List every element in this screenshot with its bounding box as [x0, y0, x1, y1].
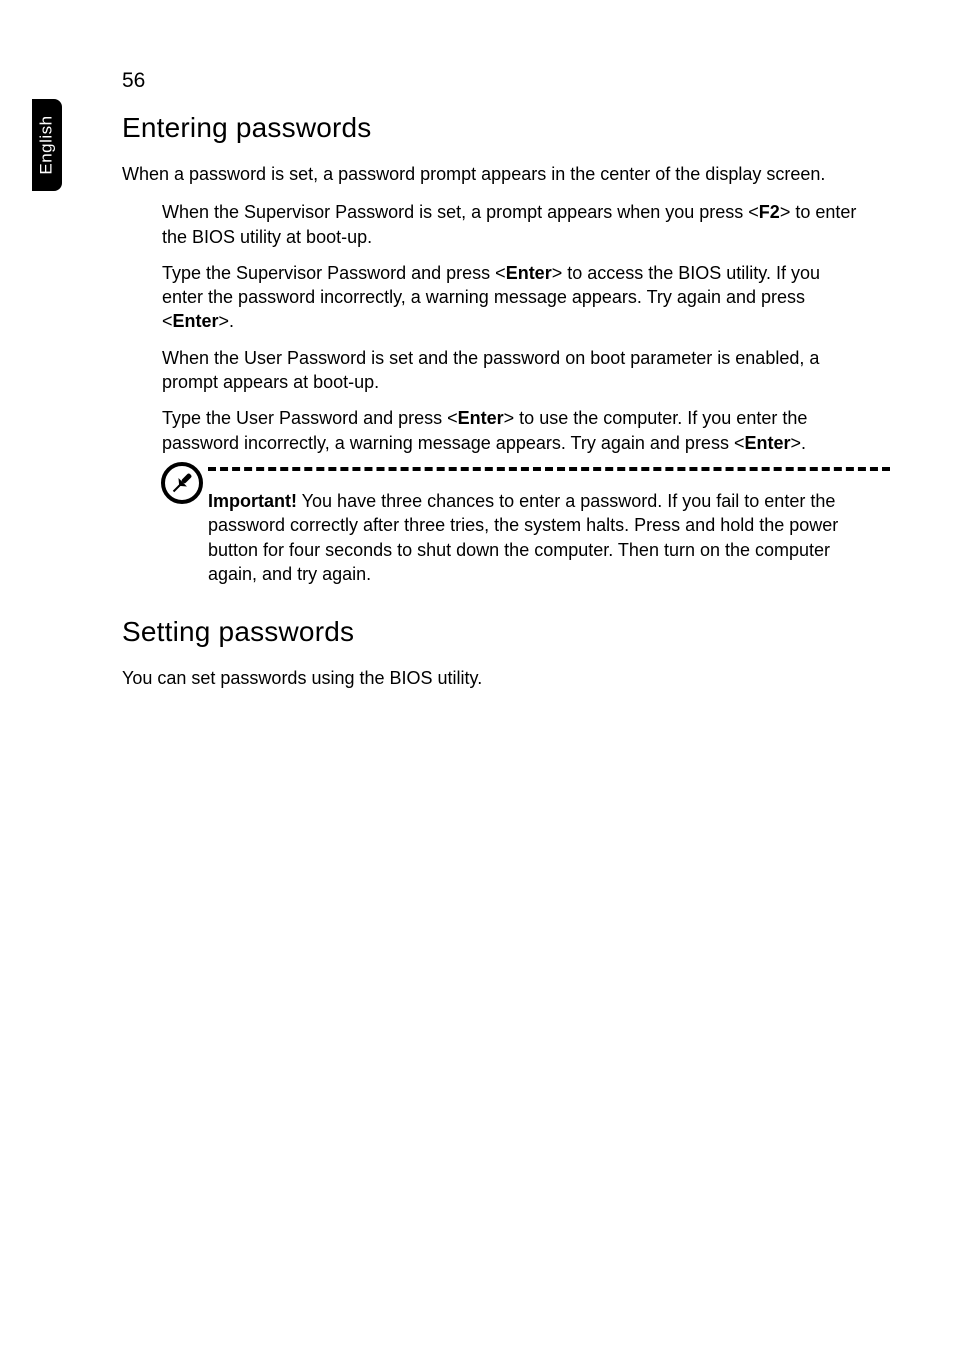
key-enter: Enter [506, 263, 552, 283]
text: >. [219, 311, 235, 331]
language-label: English [37, 115, 57, 174]
heading-entering-passwords: Entering passwords [122, 112, 882, 144]
page: English 56 Entering passwords When a pas… [0, 0, 954, 1369]
key-enter: Enter [173, 311, 219, 331]
outro-paragraph: You can set passwords using the BIOS uti… [122, 666, 882, 690]
key-enter: Enter [744, 433, 790, 453]
page-number: 56 [122, 69, 145, 93]
important-note: Important! You have three chances to ent… [122, 467, 882, 586]
language-tab: English [32, 99, 62, 191]
key-f2: F2 [759, 202, 780, 222]
pin-icon [160, 461, 204, 505]
bullet-list: When the Supervisor Password is set, a p… [162, 200, 862, 455]
list-item: Type the Supervisor Password and press <… [162, 261, 862, 334]
intro-paragraph: When a password is set, a password promp… [122, 162, 882, 186]
heading-setting-passwords: Setting passwords [122, 616, 882, 648]
note-text: Important! You have three chances to ent… [208, 489, 872, 586]
text: When the User Password is set and the pa… [162, 348, 819, 392]
divider-dashed [208, 467, 890, 473]
list-item: When the Supervisor Password is set, a p… [162, 200, 862, 249]
note-body: You have three chances to enter a passwo… [208, 491, 838, 584]
text: >. [790, 433, 806, 453]
text: When the Supervisor Password is set, a p… [162, 202, 759, 222]
text: Type the Supervisor Password and press < [162, 263, 506, 283]
text: Type the User Password and press < [162, 408, 458, 428]
list-item: Type the User Password and press <Enter>… [162, 406, 862, 455]
note-label: Important! [208, 491, 297, 511]
list-item: When the User Password is set and the pa… [162, 346, 862, 395]
content-area: Entering passwords When a password is se… [122, 112, 882, 690]
key-enter: Enter [458, 408, 504, 428]
